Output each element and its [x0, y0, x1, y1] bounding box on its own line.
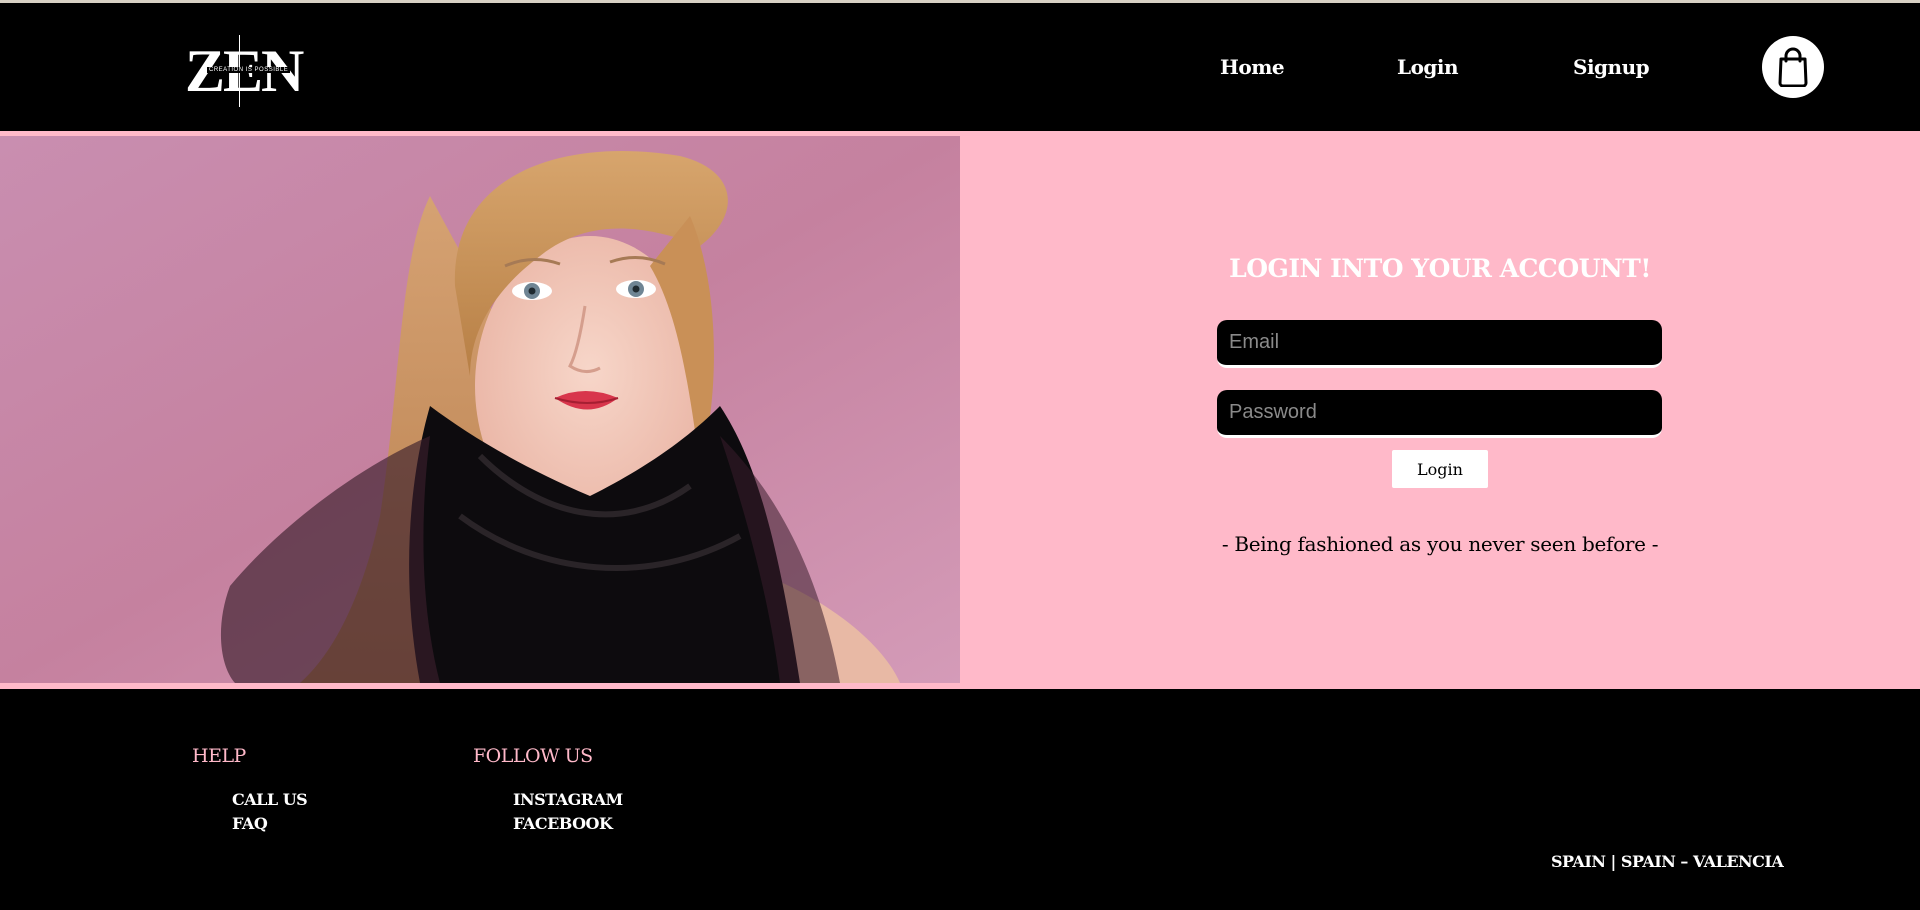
- shopping-bag-icon: [1778, 47, 1808, 87]
- login-submit-button[interactable]: Login: [1392, 450, 1488, 488]
- hero-model-photo: [0, 136, 960, 683]
- footer-location: SPAIN | SPAIN – VALENCIA: [1551, 852, 1784, 871]
- nav-home-link[interactable]: Home: [1220, 55, 1285, 79]
- footer-link-instagram[interactable]: INSTAGRAM: [513, 790, 623, 809]
- brand-logo[interactable]: ZEN CREATION IS POSSIBLE: [185, 35, 304, 107]
- footer-link-facebook[interactable]: FACEBOOK: [513, 814, 613, 833]
- password-field[interactable]: [1217, 390, 1662, 438]
- cart-button[interactable]: [1762, 36, 1824, 98]
- nav-login-link[interactable]: Login: [1397, 55, 1459, 79]
- footer-link-call-us[interactable]: CALL US: [232, 790, 308, 809]
- login-tagline: - Being fashioned as you never seen befo…: [1221, 532, 1659, 556]
- logo-tagline: CREATION IS POSSIBLE: [207, 67, 291, 73]
- site-header: ZEN CREATION IS POSSIBLE Home Login Sign…: [0, 3, 1920, 131]
- email-field[interactable]: [1217, 320, 1662, 368]
- footer-link-faq[interactable]: FAQ: [232, 814, 268, 833]
- footer-help-heading: HELP: [192, 745, 246, 767]
- nav-signup-link[interactable]: Signup: [1573, 55, 1650, 79]
- footer-follow-heading: FOLLOW US: [473, 745, 593, 767]
- login-title: LOGIN INTO YOUR ACCOUNT!: [1229, 254, 1651, 283]
